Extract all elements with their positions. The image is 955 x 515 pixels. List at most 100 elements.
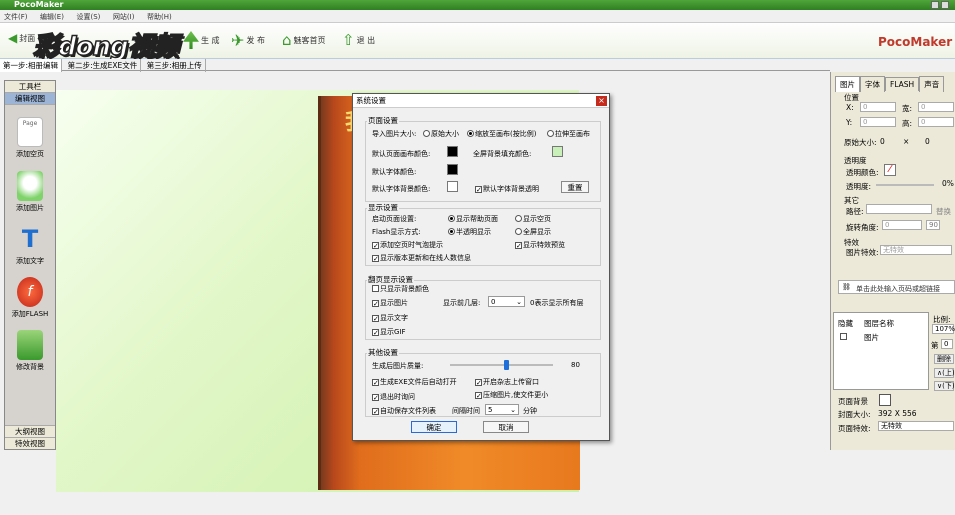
quality-label: 生成后图片质量: <box>372 362 424 370</box>
check-exit-ask: ✓ <box>372 394 379 402</box>
version-info-checkbox[interactable]: ✓显示版本更新和在线人数信息 <box>372 253 471 263</box>
page-bg-swatch[interactable] <box>879 394 891 406</box>
publish-button[interactable]: ✈ 发 布 <box>231 31 265 50</box>
menu-website[interactable]: 网站(I) <box>109 10 141 22</box>
move-down-button[interactable]: ∨(下) <box>934 381 955 391</box>
page-num-input[interactable]: 0 <box>941 339 953 349</box>
page-effect-select[interactable]: 无特效 <box>878 421 954 431</box>
edit-view-tab[interactable]: 编辑视图 <box>5 93 55 105</box>
tab-font[interactable]: 字体 <box>860 76 885 92</box>
ok-button[interactable]: 确定 <box>411 421 457 433</box>
home-button[interactable]: ⌂ 魅客首页 <box>282 31 326 49</box>
bg-only-checkbox[interactable]: 只显示背景颜色 <box>372 284 429 294</box>
layers-value: 0 <box>491 298 496 306</box>
show-text-checkbox[interactable]: ✓显示文字 <box>372 313 408 323</box>
opt-stretch-radio[interactable]: 拉伸至画布 <box>547 129 590 139</box>
tab-flash[interactable]: FLASH <box>885 77 920 91</box>
maximize-icon[interactable] <box>941 1 949 9</box>
x-input[interactable]: 0 <box>860 102 896 112</box>
show-text-label: 显示文字 <box>380 314 408 322</box>
width-input[interactable]: 0 <box>918 102 954 112</box>
minimize-icon[interactable] <box>931 1 939 9</box>
add-blank-page-button[interactable]: Page 添加空页 <box>5 117 55 159</box>
bubble-checkbox[interactable]: ✓添加空页时气泡提示 <box>372 240 443 250</box>
reset-button[interactable]: 重置 <box>561 181 589 193</box>
layers-note: 0表示显示所有层 <box>530 299 584 307</box>
exit-button[interactable]: ⇧ 退 出 <box>342 31 375 49</box>
position-label: 位置 <box>844 93 859 102</box>
effect-preview-checkbox[interactable]: ✓显示特效预览 <box>515 240 565 250</box>
dialog-title: 系统设置 <box>353 94 609 108</box>
layer-item[interactable]: 图片 <box>864 332 879 343</box>
open-upload-checkbox[interactable]: ✓开启杂志上传窗口 <box>475 377 539 387</box>
generate-button[interactable]: 生 成 <box>183 31 220 49</box>
quality-slider[interactable] <box>450 360 553 370</box>
font-bg-label: 默认字体背景颜色: <box>372 185 431 193</box>
canvas-color-swatch[interactable] <box>447 146 458 157</box>
close-icon[interactable]: × <box>596 96 607 106</box>
opt-scale-radio[interactable]: 缩放至画布(按比例) <box>467 129 536 139</box>
path-input[interactable] <box>866 204 932 214</box>
add-text-button[interactable]: T 添加文字 <box>5 224 55 266</box>
title-bar: PocoMaker <box>0 0 955 10</box>
compress-checkbox[interactable]: ✓压缩图片,使文件更小 <box>475 390 548 400</box>
tab-step-edit[interactable]: 第一步:相册编辑 <box>0 59 63 72</box>
opt-stretch-label: 拉伸至画布 <box>555 130 590 138</box>
menu-file[interactable]: 文件(F) <box>0 10 34 22</box>
show-gif-checkbox[interactable]: ✓显示GIF <box>372 327 406 337</box>
replace-button[interactable]: 替换 <box>936 206 951 217</box>
rotate-90-button[interactable]: 90 <box>926 220 940 230</box>
layer-list[interactable]: 隐藏 图层名称 图片 <box>833 312 929 390</box>
check-show-gif: ✓ <box>372 329 379 337</box>
menu-settings[interactable]: 设置(S) <box>72 10 106 22</box>
layer-hide-header: 隐藏 <box>838 319 853 328</box>
publish-icon: ✈ <box>231 31 245 50</box>
trans-slider[interactable] <box>876 184 934 186</box>
interval-select[interactable]: 5 ⌄ <box>485 404 519 415</box>
menu-help[interactable]: 帮助(H) <box>143 10 178 22</box>
scale-value[interactable]: 107% <box>932 324 955 334</box>
trans-color-swatch[interactable]: ⁄ <box>884 164 896 176</box>
opt-original-radio[interactable]: 原始大小 <box>423 129 459 139</box>
quality-value: 80 <box>571 361 580 369</box>
effects-view-tab[interactable]: 特效视图 <box>5 437 55 449</box>
help-page-radio[interactable]: 显示帮助页面 <box>448 214 498 224</box>
move-up-button[interactable]: ∧(上) <box>934 368 955 378</box>
change-background-button[interactable]: 修改背景 <box>5 330 55 372</box>
layer-hide-checkbox[interactable] <box>840 333 847 340</box>
home-label: 魅客首页 <box>293 35 326 45</box>
auto-run-checkbox[interactable]: ✓生成EXE文件后自动打开 <box>372 377 457 387</box>
tab-sound[interactable]: 声音 <box>919 76 945 92</box>
semi-radio[interactable]: 半透明显示 <box>448 227 491 237</box>
cover-size-value: 392 X 556 <box>878 409 917 418</box>
font-color-swatch[interactable] <box>447 164 458 175</box>
fullscreen-color-swatch[interactable] <box>552 146 563 157</box>
font-bg-swatch[interactable] <box>447 181 458 192</box>
add-flash-button[interactable]: f 添加FLASH <box>5 277 55 319</box>
y-input[interactable]: 0 <box>860 117 896 127</box>
layers-select[interactable]: 0 ⌄ <box>488 296 525 307</box>
image-effect-select[interactable]: 无特效 <box>880 245 952 255</box>
outline-view-tab[interactable]: 大纲视图 <box>5 425 55 437</box>
menu-edit[interactable]: 编辑(E) <box>36 10 70 22</box>
blank-page-radio[interactable]: 显示空页 <box>515 214 551 224</box>
cover-button[interactable]: ◀ 封面 <box>8 31 35 45</box>
tab-step-upload[interactable]: 第三步:相册上传 <box>144 59 206 72</box>
link-input[interactable]: ⛓ 单击此处输入页码或超链接 <box>838 280 955 294</box>
exit-ask-checkbox[interactable]: ✓退出时询问 <box>372 392 415 402</box>
open-upload-label: 开启杂志上传窗口 <box>483 378 539 386</box>
rotation-input[interactable]: 0 <box>882 220 922 230</box>
quality-slider-thumb[interactable] <box>503 360 509 370</box>
delete-button[interactable]: 删除 <box>934 354 954 364</box>
chevron-down-icon: ⌄ <box>510 406 516 414</box>
show-image-checkbox[interactable]: ✓显示图片 <box>372 298 408 308</box>
cancel-button[interactable]: 取消 <box>483 421 529 433</box>
tab-image[interactable]: 图片 <box>835 76 860 92</box>
auto-run-label: 生成EXE文件后自动打开 <box>380 378 457 386</box>
autosave-checkbox[interactable]: ✓自动保存文件列表 <box>372 406 436 416</box>
full-radio[interactable]: 全屏显示 <box>515 227 551 237</box>
font-bg-transparent-checkbox[interactable]: ✓默认字体背景透明 <box>475 184 539 194</box>
tab-step-exe[interactable]: 第二步:生成EXE文件 <box>65 59 142 72</box>
height-input[interactable]: 0 <box>918 117 954 127</box>
add-image-button[interactable]: 添加图片 <box>5 171 55 213</box>
